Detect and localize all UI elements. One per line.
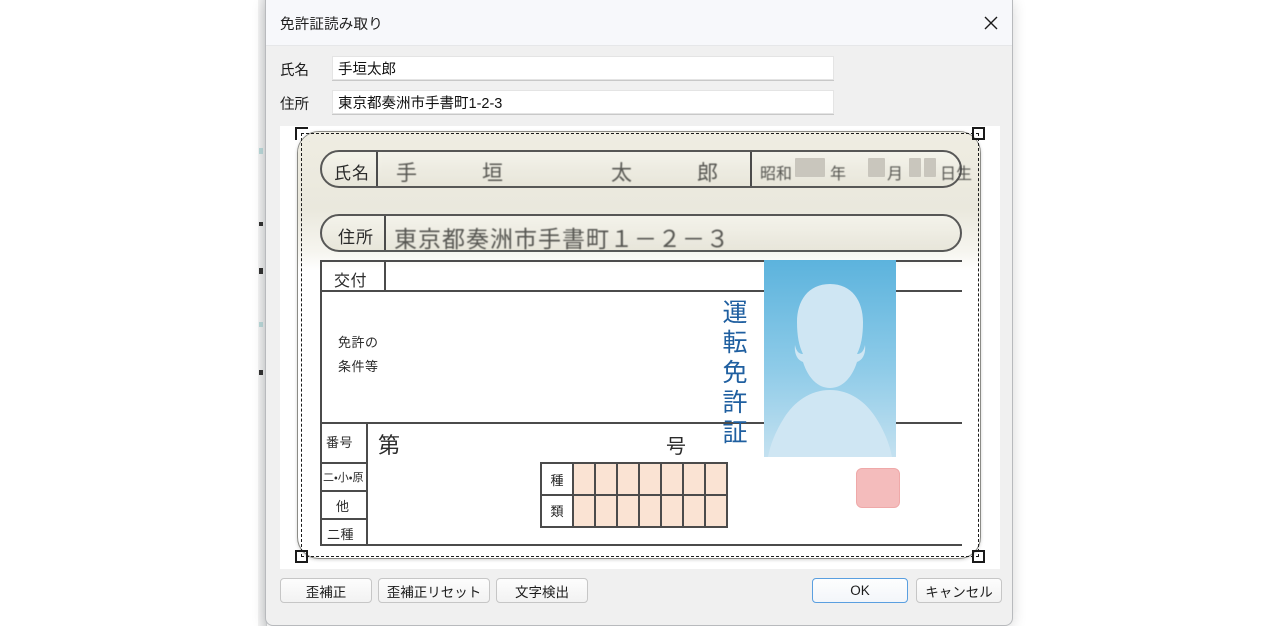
card-kind-cell <box>662 496 683 526</box>
card-address-value: 東京都奏洲市手書町１－２－３ <box>394 220 730 254</box>
vertical-title-char-1: 転 <box>718 328 752 358</box>
form-row-name: 氏名 <box>266 56 1013 82</box>
background-window-scrollmarks <box>259 0 264 626</box>
card-kind-cell <box>574 464 595 494</box>
detect-text-button[interactable]: 文字検出 <box>496 578 588 603</box>
card-name-divider <box>376 152 378 186</box>
card-issue-label: 交付 <box>334 267 367 291</box>
card-day-unit: 日生 <box>940 160 972 184</box>
card-grid-line-class-3 <box>320 518 366 520</box>
card-year-unit: 年 <box>830 160 846 184</box>
card-conditions-label-line2: 条件等 <box>338 356 379 375</box>
card-birth-year-redaction <box>795 158 825 177</box>
card-class-label-2: 二種 <box>327 524 354 543</box>
card-kind-cell <box>706 496 727 526</box>
card-kind-cell <box>640 496 661 526</box>
card-grid-line-class-1 <box>320 462 366 464</box>
scan-preview-canvas[interactable]: 氏名 手 垣 太 郎 昭和 年 月 日生 住所 東京都奏洲市手書町１－２－３ 交… <box>280 126 1000 569</box>
card-grid-line-class-2 <box>320 490 366 492</box>
red-seal-stamp <box>856 468 900 508</box>
address-input[interactable] <box>332 90 834 115</box>
portrait-photo <box>764 260 896 457</box>
dialog-titlebar: 免許証読み取り <box>266 0 1013 46</box>
card-era-label: 昭和 <box>760 160 792 184</box>
name-input[interactable] <box>332 56 834 81</box>
card-grid-line-bottom <box>320 544 962 546</box>
dewarp-button[interactable]: 歪補正 <box>280 578 372 603</box>
dialog-button-bar: 歪補正 歪補正リセット 文字検出 OK キャンセル <box>266 578 1013 626</box>
license-card-image: 氏名 手 垣 太 郎 昭和 年 月 日生 住所 東京都奏洲市手書町１－２－３ 交… <box>297 131 981 559</box>
card-kind-cell <box>574 496 595 526</box>
license-reader-dialog: 免許証読み取り 氏名 住所 氏名 手 垣 太 郎 昭和 年 月 <box>265 0 1013 626</box>
card-class-label-1: 他 <box>336 496 350 515</box>
card-grid-line-number-col <box>366 422 368 546</box>
ok-button[interactable]: OK <box>812 578 908 603</box>
card-birth-month-redaction <box>868 158 885 177</box>
card-month-unit: 月 <box>887 160 903 184</box>
card-birth-divider <box>750 152 752 186</box>
vertical-title-char-4: 証 <box>718 418 752 448</box>
card-name-value: 手 垣 太 郎 <box>396 157 740 187</box>
form-row-address: 住所 <box>266 90 1013 116</box>
card-kind-cell <box>684 464 705 494</box>
card-birth-day-redaction-b <box>924 158 936 177</box>
dewarp-reset-button[interactable]: 歪補正リセット <box>378 578 490 603</box>
card-kind-label-row2: 類 <box>542 496 572 526</box>
address-field-label: 住所 <box>280 93 309 114</box>
name-field-label: 氏名 <box>280 59 309 80</box>
dialog-title: 免許証読み取り <box>280 13 383 34</box>
card-kind-cell <box>662 464 683 494</box>
card-vertical-title: 運 転 免 許 証 <box>718 298 752 448</box>
card-kind-cell <box>596 496 617 526</box>
card-grid-line-left <box>320 260 322 546</box>
card-grid-line-issue-div <box>384 260 386 292</box>
card-kind-cell <box>596 464 617 494</box>
card-number-prefix: 第 <box>378 428 401 460</box>
card-birth-day-redaction-a <box>909 158 921 177</box>
cancel-button[interactable]: キャンセル <box>916 578 1002 603</box>
card-address-label: 住所 <box>338 223 374 248</box>
card-number-suffix: 号 <box>666 430 687 459</box>
card-name-label: 氏名 <box>334 159 370 184</box>
card-number-label: 番号 <box>326 432 353 451</box>
close-icon[interactable] <box>968 0 1013 46</box>
vertical-title-char-0: 運 <box>718 298 752 328</box>
card-kind-cell <box>618 464 639 494</box>
card-conditions-label-line1: 免許の <box>338 332 379 351</box>
card-kind-cell <box>618 496 639 526</box>
card-class-label-0: 二・小・原 <box>323 469 363 485</box>
vertical-title-char-2: 免 <box>718 358 752 388</box>
card-kind-label-row1: 種 <box>542 464 572 494</box>
card-kind-cell <box>706 464 727 494</box>
card-kind-cell <box>640 464 661 494</box>
vertical-title-char-3: 許 <box>718 388 752 418</box>
card-address-divider <box>384 216 386 250</box>
card-kind-table: 種 類 <box>540 462 728 528</box>
card-kind-cell <box>684 496 705 526</box>
